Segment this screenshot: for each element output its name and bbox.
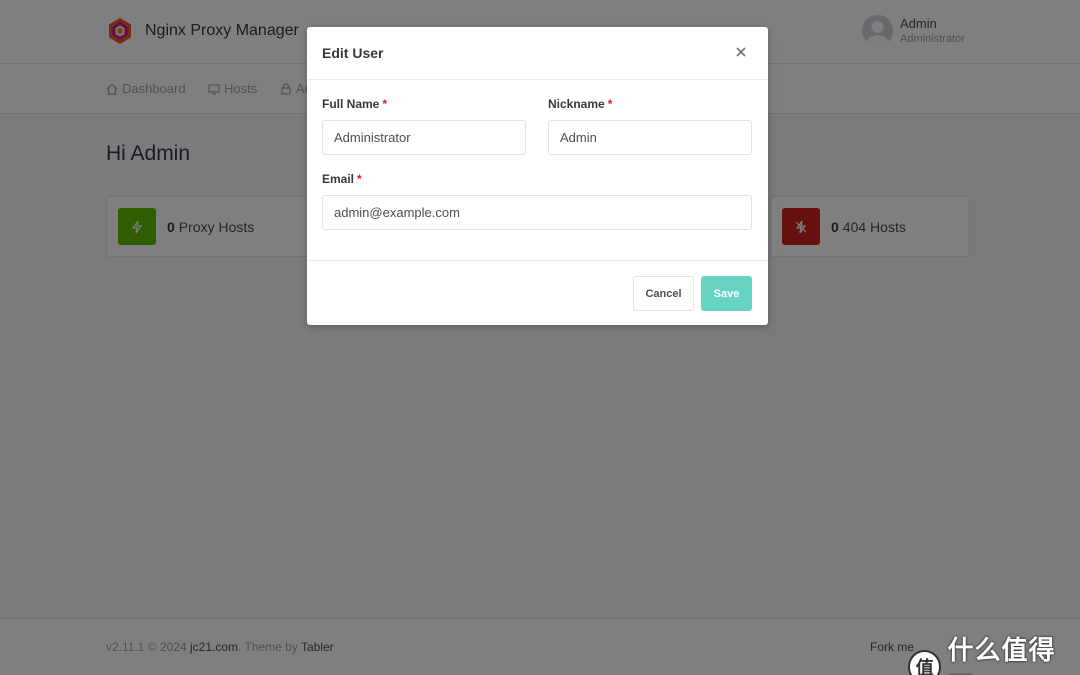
email-label: Email * bbox=[322, 172, 362, 186]
cancel-button[interactable]: Cancel bbox=[633, 276, 694, 311]
modal-title: Edit User bbox=[322, 45, 384, 61]
label-text: Nickname bbox=[548, 97, 605, 111]
watermark-badge: 值 bbox=[908, 650, 942, 675]
email-field[interactable] bbox=[322, 195, 752, 230]
required-mark: * bbox=[357, 172, 362, 186]
edit-user-modal: Edit User Full Name* Nickname* Email* Ca… bbox=[307, 27, 768, 325]
full-name-label: Full Name * bbox=[322, 97, 387, 111]
modal-header: Edit User bbox=[307, 27, 768, 80]
modal-footer: Cancel Save bbox=[307, 260, 768, 325]
close-icon[interactable] bbox=[734, 45, 748, 59]
modal-body: Full Name* Nickname* Email* bbox=[307, 80, 768, 260]
label-text: Email bbox=[322, 172, 355, 186]
required-mark: * bbox=[382, 97, 388, 111]
nickname-input[interactable] bbox=[548, 120, 752, 155]
watermark: 值 什么值得买 bbox=[908, 630, 1080, 675]
save-button[interactable]: Save bbox=[701, 276, 752, 311]
required-mark: * bbox=[607, 97, 613, 111]
label-text: Full Name bbox=[322, 97, 380, 111]
full-name-input[interactable] bbox=[322, 120, 526, 155]
nickname-label: Nickname * bbox=[548, 97, 612, 111]
watermark-text: 什么值得买 bbox=[947, 635, 1056, 675]
